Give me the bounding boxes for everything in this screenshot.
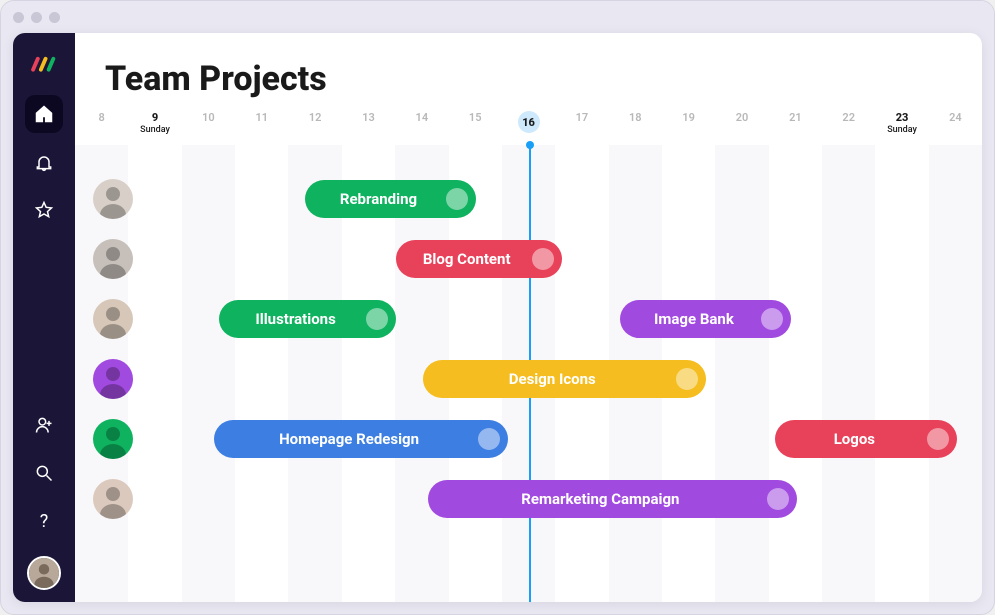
nav-home[interactable] xyxy=(25,95,63,133)
date-header: 89Sunday1011121314151617181920212223Sund… xyxy=(75,105,982,145)
date-col-18: 18 xyxy=(609,105,662,124)
date-col-10: 10 xyxy=(182,105,235,124)
help-icon: ? xyxy=(40,511,49,532)
date-col-12: 12 xyxy=(288,105,341,124)
date-col-23: 23Sunday xyxy=(875,105,928,135)
timeline-row: Design Icons xyxy=(75,349,982,409)
task-handle-icon[interactable] xyxy=(366,308,388,330)
task-handle-icon[interactable] xyxy=(767,488,789,510)
timeline-row: Remarketing Campaign xyxy=(75,469,982,529)
row-avatar-cell xyxy=(87,479,139,519)
row-avatar-cell xyxy=(87,299,139,339)
row-avatar[interactable] xyxy=(93,239,133,279)
task-label: Blog Content xyxy=(423,250,511,268)
date-col-16: 16 xyxy=(502,105,555,133)
timeline-row: Rebranding xyxy=(75,169,982,229)
page-title: Team Projects xyxy=(75,59,982,105)
task-bar[interactable]: Image Bank xyxy=(620,300,791,338)
sidebar: ? xyxy=(13,33,75,602)
task-handle-icon[interactable] xyxy=(532,248,554,270)
task-bar[interactable]: Rebranding xyxy=(305,180,476,218)
maximize-dot[interactable] xyxy=(49,12,60,23)
date-col-17: 17 xyxy=(555,105,608,124)
date-col-9: 9Sunday xyxy=(128,105,181,135)
date-col-13: 13 xyxy=(342,105,395,124)
row-avatar-cell xyxy=(87,359,139,399)
date-col-20: 20 xyxy=(715,105,768,124)
task-handle-icon[interactable] xyxy=(446,188,468,210)
close-dot[interactable] xyxy=(13,12,24,23)
task-handle-icon[interactable] xyxy=(927,428,949,450)
task-label: Design Icons xyxy=(509,370,596,388)
task-bar[interactable]: Homepage Redesign xyxy=(214,420,508,458)
date-col-8: 8 xyxy=(75,105,128,124)
task-bar[interactable]: Remarketing Campaign xyxy=(428,480,797,518)
task-handle-icon[interactable] xyxy=(478,428,500,450)
nav-search[interactable] xyxy=(25,454,63,492)
date-col-15: 15 xyxy=(449,105,502,124)
date-col-22: 22 xyxy=(822,105,875,124)
minimize-dot[interactable] xyxy=(31,12,42,23)
row-avatar-cell xyxy=(87,419,139,459)
row-avatar[interactable] xyxy=(93,419,133,459)
task-bar[interactable]: Illustrations xyxy=(219,300,395,338)
nav-favorites[interactable] xyxy=(25,191,63,229)
timeline-rows: Rebranding Blog Content Illustrations Image… xyxy=(75,169,982,529)
task-label: Remarketing Campaign xyxy=(521,490,679,508)
task-handle-icon[interactable] xyxy=(761,308,783,330)
task-bar[interactable]: Design Icons xyxy=(423,360,706,398)
task-label: Image Bank xyxy=(654,310,734,328)
row-avatar[interactable] xyxy=(93,479,133,519)
task-label: Rebranding xyxy=(340,190,417,208)
timeline-row: Homepage Redesign Logos xyxy=(75,409,982,469)
timeline-row: Illustrations Image Bank xyxy=(75,289,982,349)
timeline-row: Blog Content xyxy=(75,229,982,289)
window-frame: ? Team Projects 89Sunday1011121314151617… xyxy=(0,0,995,615)
task-label: Illustrations xyxy=(255,310,335,328)
row-avatar[interactable] xyxy=(93,179,133,219)
nav-add-user[interactable] xyxy=(25,406,63,444)
date-col-14: 14 xyxy=(395,105,448,124)
row-avatar-cell xyxy=(87,239,139,279)
timeline[interactable]: 89Sunday1011121314151617181920212223Sund… xyxy=(75,105,982,602)
date-col-21: 21 xyxy=(769,105,822,124)
task-label: Homepage Redesign xyxy=(279,430,419,448)
task-bar[interactable]: Logos xyxy=(775,420,957,458)
task-bar[interactable]: Blog Content xyxy=(396,240,562,278)
date-col-11: 11 xyxy=(235,105,288,124)
app-logo[interactable] xyxy=(30,51,58,79)
task-label: Logos xyxy=(834,430,875,448)
current-user-avatar[interactable] xyxy=(27,556,61,590)
main-panel: Team Projects 89Sunday101112131415161718… xyxy=(75,33,982,602)
task-handle-icon[interactable] xyxy=(676,368,698,390)
row-avatar[interactable] xyxy=(93,359,133,399)
nav-notifications[interactable] xyxy=(25,143,63,181)
date-col-19: 19 xyxy=(662,105,715,124)
nav-help[interactable]: ? xyxy=(25,502,63,540)
row-avatar-cell xyxy=(87,179,139,219)
titlebar xyxy=(1,1,994,33)
app-frame: ? Team Projects 89Sunday1011121314151617… xyxy=(13,33,982,602)
date-col-24: 24 xyxy=(929,105,982,124)
row-avatar[interactable] xyxy=(93,299,133,339)
